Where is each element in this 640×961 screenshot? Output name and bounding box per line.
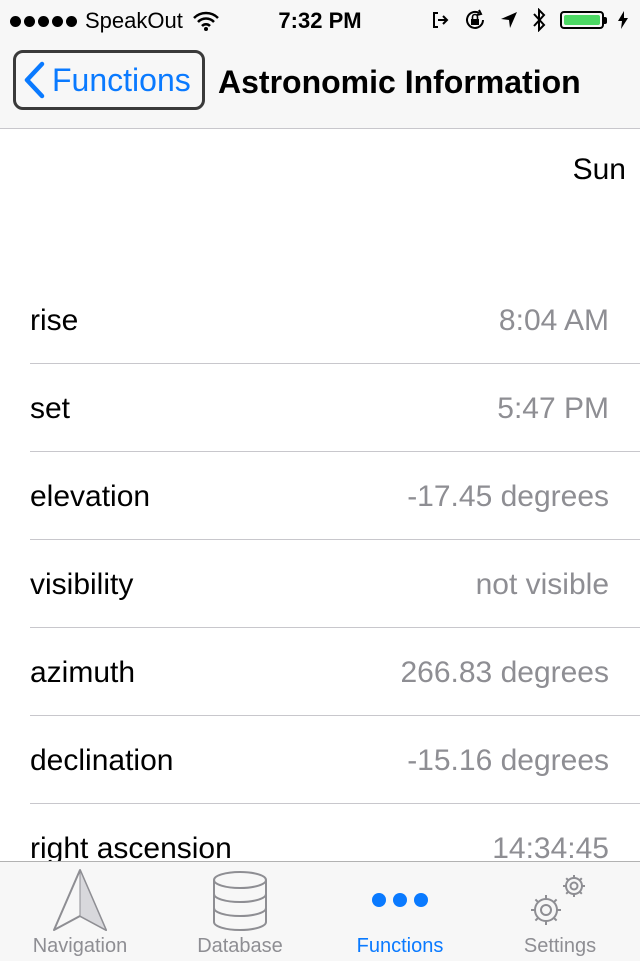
row-key: visibility [30,568,134,601]
tab-functions[interactable]: Functions [320,862,480,961]
info-row-rise: rise 8:04 AM [0,276,640,364]
database-icon [213,871,267,931]
row-key: declination [30,744,174,777]
row-value: -15.16 degrees [407,744,609,777]
status-bar: SpeakOut 7:32 PM [0,0,640,40]
info-row-elevation: elevation -17.45 degrees [0,452,640,540]
tab-database[interactable]: Database [160,862,320,961]
row-value: 14:34:45 [492,832,609,861]
location-arrow-icon [501,12,517,28]
navigation-bar: Functions Astronomic Information [0,40,640,129]
battery-icon [560,11,607,29]
info-row-visibility: visibility not visible [0,540,640,628]
tab-settings[interactable]: Settings [480,862,640,961]
row-key: right ascension [30,832,232,861]
row-key: azimuth [30,656,136,689]
row-value: not visible [475,568,609,601]
charging-bolt-icon [618,11,628,29]
row-key: rise [30,304,79,337]
tab-bar: Navigation Database Functions Settings [0,861,640,961]
info-row-azimuth: azimuth 266.83 degrees [0,628,640,716]
info-row-declination: declination -15.16 degrees [0,716,640,804]
more-dots-icon [372,893,428,907]
status-right [430,8,628,32]
info-list: rise 8:04 AM set 5:47 PM elevation -17.4… [0,276,640,861]
tab-label: Navigation [32,935,128,957]
chevron-left-icon [24,61,45,99]
row-value: 266.83 degrees [400,656,609,689]
row-key: set [30,392,71,425]
rotation-lock-icon [466,9,484,29]
info-row-set: set 5:47 PM [0,364,640,452]
navigation-arrow-icon [53,869,108,932]
back-button-label: Functions [52,61,191,98]
tab-label: Settings [523,935,597,957]
tab-label: Functions [356,935,444,957]
section-label: Sun [572,153,626,186]
call-forward-icon [433,12,449,28]
row-value: -17.45 degrees [407,480,609,513]
gears-icon [531,875,585,925]
content-area[interactable]: Sun rise 8:04 AM set 5:47 PM elevation -… [0,129,640,861]
info-row-right-ascension: right ascension 14:34:45 [0,804,640,861]
row-key: elevation [30,480,151,513]
tab-navigation[interactable]: Navigation [0,862,160,961]
row-value: 5:47 PM [497,392,609,425]
tab-label: Database [197,935,283,957]
back-button[interactable]: Functions [13,50,205,110]
bluetooth-icon [533,8,546,32]
page-title: Astronomic Information [218,64,581,100]
row-value: 8:04 AM [498,304,609,337]
